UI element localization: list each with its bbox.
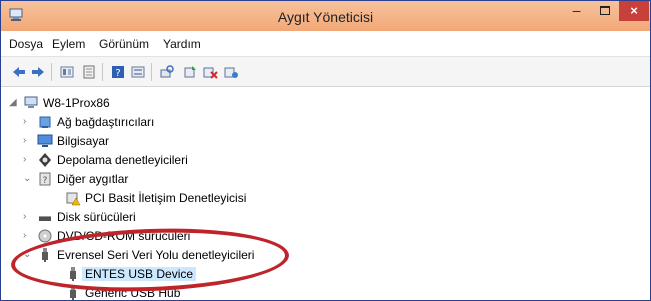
- collapse-arrow-icon[interactable]: ◢: [9, 97, 19, 109]
- title-bar[interactable]: Aygıt Yöneticisi – ×: [1, 1, 650, 31]
- close-button[interactable]: ×: [619, 1, 649, 21]
- device-manager-window: Aygıt Yöneticisi – × Dosya Eylem Görünüm…: [0, 0, 651, 301]
- svg-text:?: ?: [43, 176, 48, 186]
- tree-item-computer[interactable]: › Bilgisayar: [23, 132, 243, 150]
- menu-gorunum[interactable]: Görünüm: [99, 37, 149, 51]
- computer-icon: [24, 96, 38, 108]
- tree-item-label: Ağ bağdaştırıcıları: [57, 115, 155, 129]
- properties-icon[interactable]: [59, 64, 75, 80]
- warning-device-icon: [66, 192, 81, 206]
- storage-controller-icon: [39, 153, 51, 167]
- window-title: Aygıt Yöneticisi: [277, 9, 374, 25]
- toolbar-separator: [51, 63, 52, 81]
- tree-item-label: Diğer aygıtlar: [57, 172, 129, 186]
- sheet-icon[interactable]: [81, 64, 97, 80]
- monitor-icon: [37, 134, 53, 147]
- forward-arrow-icon[interactable]: [30, 64, 46, 80]
- tree-item-pci-controller[interactable]: PCI Basit İletişim Denetleyicisi: [51, 189, 311, 207]
- device-grid-icon[interactable]: [130, 64, 146, 80]
- tree-item-label: Depolama denetleyicileri: [57, 153, 188, 167]
- expand-chevron-icon[interactable]: ›: [23, 230, 33, 242]
- collapse-chevron-icon[interactable]: ⌄: [23, 173, 33, 185]
- maximize-button[interactable]: [591, 1, 618, 21]
- tree-item-other-devices[interactable]: ⌄ ? Diğer aygıtlar: [23, 170, 243, 188]
- disk-drive-icon: [39, 216, 51, 221]
- menu-dosya[interactable]: Dosya: [9, 37, 43, 51]
- uninstall-device-icon[interactable]: [223, 64, 239, 80]
- menu-eylem[interactable]: Eylem: [52, 37, 85, 51]
- toolbar-separator: [151, 63, 152, 81]
- tree-item-network-adapters[interactable]: › Ağ bağdaştırıcıları: [23, 113, 243, 131]
- tree-root-label: W8-1Prox86: [43, 96, 110, 110]
- back-arrow-icon[interactable]: [11, 64, 27, 80]
- help-icon[interactable]: ?: [110, 64, 126, 80]
- expand-chevron-icon[interactable]: ›: [23, 211, 33, 223]
- tree-item-disk-drives[interactable]: › Disk sürücüleri: [23, 208, 243, 226]
- scan-icon[interactable]: [159, 64, 175, 80]
- menu-bar: Dosya Eylem Görünüm Yardım: [1, 31, 650, 57]
- network-adapter-icon: [39, 116, 51, 128]
- minimize-button[interactable]: –: [563, 1, 590, 21]
- tree-item-label: PCI Basit İletişim Denetleyicisi: [85, 191, 247, 205]
- expand-chevron-icon[interactable]: ›: [23, 154, 33, 166]
- update-driver-icon[interactable]: [182, 64, 198, 80]
- maximize-icon: [600, 6, 610, 15]
- tree-item-label: Bilgisayar: [57, 134, 110, 148]
- expand-chevron-icon[interactable]: ›: [23, 135, 33, 147]
- tree-root[interactable]: ◢ W8-1Prox86: [9, 94, 209, 112]
- svg-text:?: ?: [115, 68, 120, 79]
- menu-yardim[interactable]: Yardım: [163, 37, 201, 51]
- tree-item-storage-controllers[interactable]: › Depolama denetleyicileri: [23, 151, 263, 169]
- tree-item-label: Disk sürücüleri: [57, 210, 136, 224]
- disable-device-icon[interactable]: [202, 64, 218, 80]
- toolbar-separator: [102, 63, 103, 81]
- expand-chevron-icon[interactable]: ›: [23, 116, 33, 128]
- toolbar: ?: [1, 57, 650, 87]
- unknown-device-icon: ?: [39, 172, 51, 186]
